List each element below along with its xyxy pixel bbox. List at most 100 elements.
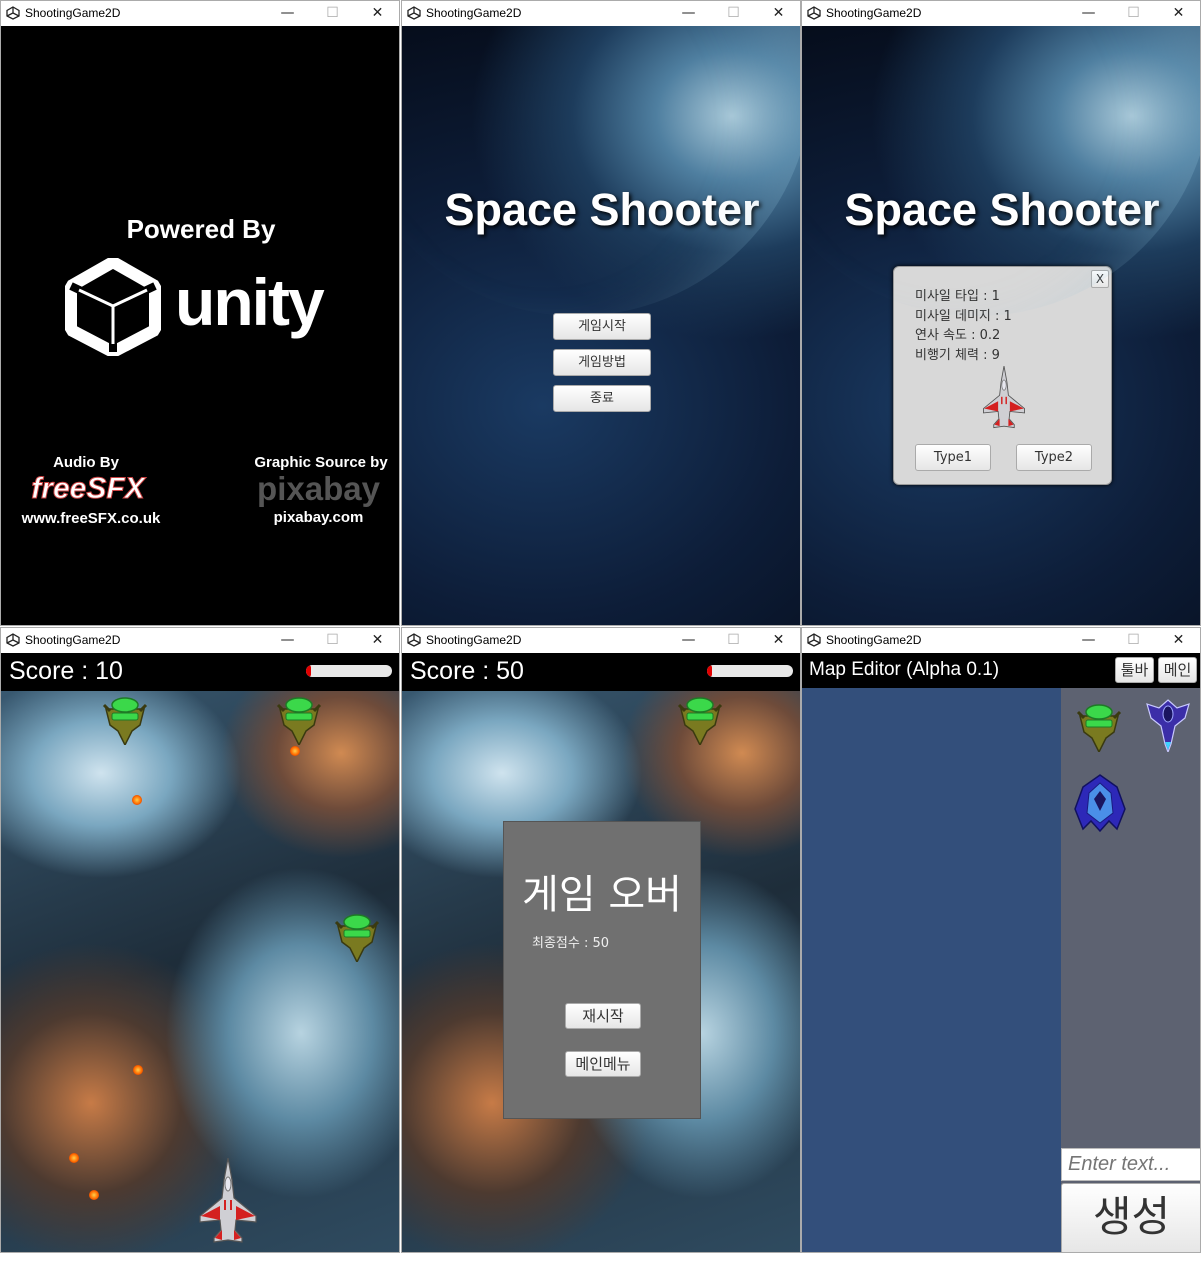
app-icon [6,6,20,20]
green-enemy-ship-icon [276,691,322,745]
ship-select-window: ShootingGame2D — ☐ ✕ Space Shooter X 미사일… [801,0,1201,626]
window-title: ShootingGame2D [826,6,922,20]
close-button[interactable]: ✕ [355,1,399,26]
minimize-button[interactable]: — [1066,628,1111,653]
fighter-jet-icon [975,366,1033,432]
unity-wordmark: unity [175,265,325,339]
health-bar-fill [707,665,713,677]
title-bar[interactable]: ShootingGame2D — ☐ ✕ [802,1,1200,26]
panel-close-button[interactable]: X [1091,270,1109,288]
restart-button[interactable]: 재시작 [565,1003,641,1029]
pixabay-logo: pixabay [257,470,380,507]
stat-ship-health: 비행기 체력 : 9 [915,347,1000,363]
quit-button[interactable]: 종료 [553,385,651,412]
stat-missile-type: 미사일 타입 : 1 [915,289,1000,304]
green-enemy-ship-icon [677,691,723,745]
maximize-button[interactable]: ☐ [310,628,355,653]
app-icon [6,633,20,647]
freesfx-url: www.freeSFX.co.uk [21,510,161,527]
pixabay-url: pixabay.com [273,509,364,526]
game-field[interactable] [1,653,399,1252]
start-game-button[interactable]: 게임시작 [553,313,651,340]
minimize-button[interactable]: — [265,628,310,653]
title-bar[interactable]: ShootingGame2D — ☐ ✕ [1,628,399,653]
close-button[interactable]: ✕ [756,1,800,26]
unity-logo-icon [65,258,161,356]
minimize-button[interactable]: — [666,628,711,653]
health-bar-fill [306,665,312,677]
how-to-play-button[interactable]: 게임방법 [553,349,651,376]
game-over-window: ShootingGame2D — ☐ ✕ 게임 오버 최종점수 : 50 재시작… [401,627,801,1253]
health-bar [306,665,392,677]
close-button[interactable]: ✕ [756,628,800,653]
score-bar: Score : 50 [402,653,800,691]
minimize-button[interactable]: — [666,1,711,26]
editor-header: Map Editor (Alpha 0.1) 툴바 메인 [802,653,1200,688]
blue-enemy-fighter-icon[interactable] [1145,698,1191,752]
create-button[interactable]: 생성 [1061,1183,1200,1252]
menu-background: Space Shooter X 미사일 타입 : 1 미사일 데미지 : 1 연… [802,26,1200,625]
maximize-button[interactable]: ☐ [711,1,756,26]
player-fighter-jet-icon[interactable] [197,1158,259,1248]
close-button[interactable]: ✕ [1156,628,1200,653]
enemy-bullet [89,1190,99,1200]
green-enemy-ship-icon[interactable] [1076,698,1122,752]
editor-title: Map Editor (Alpha 0.1) [809,659,1000,680]
score-text: Score : 10 [9,657,123,685]
final-score-text: 최종점수 : 50 [532,936,610,951]
title-bar[interactable]: ShootingGame2D — ☐ ✕ [802,628,1200,653]
main-menu-button[interactable]: 메인메뉴 [565,1051,641,1077]
type1-button[interactable]: Type1 [915,444,991,471]
green-enemy-ship-icon [334,908,380,962]
enemy-bullet [290,746,300,756]
editor-canvas[interactable]: Map Editor (Alpha 0.1) 툴바 메인 생성 [802,653,1200,1252]
score-text: Score : 50 [410,657,524,685]
enemy-bullet [133,1065,143,1075]
game-title: Space Shooter [444,184,760,235]
toolbar-button[interactable]: 툴바 [1115,657,1154,683]
app-icon [807,633,821,647]
app-icon [807,6,821,20]
main-button[interactable]: 메인 [1158,657,1197,683]
audio-by-label: Audio By [53,454,119,471]
editor-palette-sidebar: 생성 [1061,688,1200,1252]
maximize-button[interactable]: ☐ [1111,628,1156,653]
powered-by-label: Powered By [126,214,276,244]
window-title: ShootingGame2D [426,6,522,20]
window-title: ShootingGame2D [25,6,121,20]
app-icon [407,633,421,647]
stat-missile-damage: 미사일 데미지 : 1 [915,308,1012,324]
title-bar[interactable]: ShootingGame2D — ☐ ✕ [402,628,800,653]
green-enemy-ship-icon [102,691,148,745]
app-icon [407,6,421,20]
game-title: Space Shooter [844,184,1160,235]
freesfx-logo: freeSFX [31,472,145,506]
maximize-button[interactable]: ☐ [1111,1,1156,26]
type2-button[interactable]: Type2 [1016,444,1092,471]
ship-info-panel: X 미사일 타입 : 1 미사일 데미지 : 1 연사 속도 : 0.2 비행기… [893,266,1112,485]
game-over-panel: 게임 오버 최종점수 : 50 재시작 메인메뉴 [503,821,701,1119]
health-bar [707,665,793,677]
title-bar[interactable]: ShootingGame2D — ☐ ✕ [1,1,399,26]
game-over-title: 게임 오버 [522,872,682,918]
window-title: ShootingGame2D [826,633,922,647]
minimize-button[interactable]: — [265,1,310,26]
blue-enemy-craft-icon[interactable] [1073,773,1127,833]
minimize-button[interactable]: — [1066,1,1111,26]
close-button[interactable]: ✕ [355,628,399,653]
close-button[interactable]: ✕ [1156,1,1200,26]
map-editor-window: ShootingGame2D — ☐ ✕ Map Editor (Alpha 0… [801,627,1201,1253]
maximize-button[interactable]: ☐ [310,1,355,26]
window-title: ShootingGame2D [25,633,121,647]
splash-window: ShootingGame2D — ☐ ✕ Powered By unity Au… [0,0,400,626]
ship-stats: 미사일 타입 : 1 미사일 데미지 : 1 연사 속도 : 0.2 비행기 체… [915,287,1012,365]
game-field: 게임 오버 최종점수 : 50 재시작 메인메뉴 [402,653,800,1252]
name-input[interactable] [1061,1148,1200,1181]
title-bar[interactable]: ShootingGame2D — ☐ ✕ [402,1,800,26]
maximize-button[interactable]: ☐ [711,628,756,653]
main-menu-window: ShootingGame2D — ☐ ✕ Space Shooter 게임시작 … [401,0,801,626]
enemy-bullet [132,795,142,805]
stat-fire-rate: 연사 속도 : 0.2 [915,328,1001,343]
enemy-bullet [69,1153,79,1163]
splash-screen: Powered By unity Audio By freeSFX www.fr… [1,26,399,625]
